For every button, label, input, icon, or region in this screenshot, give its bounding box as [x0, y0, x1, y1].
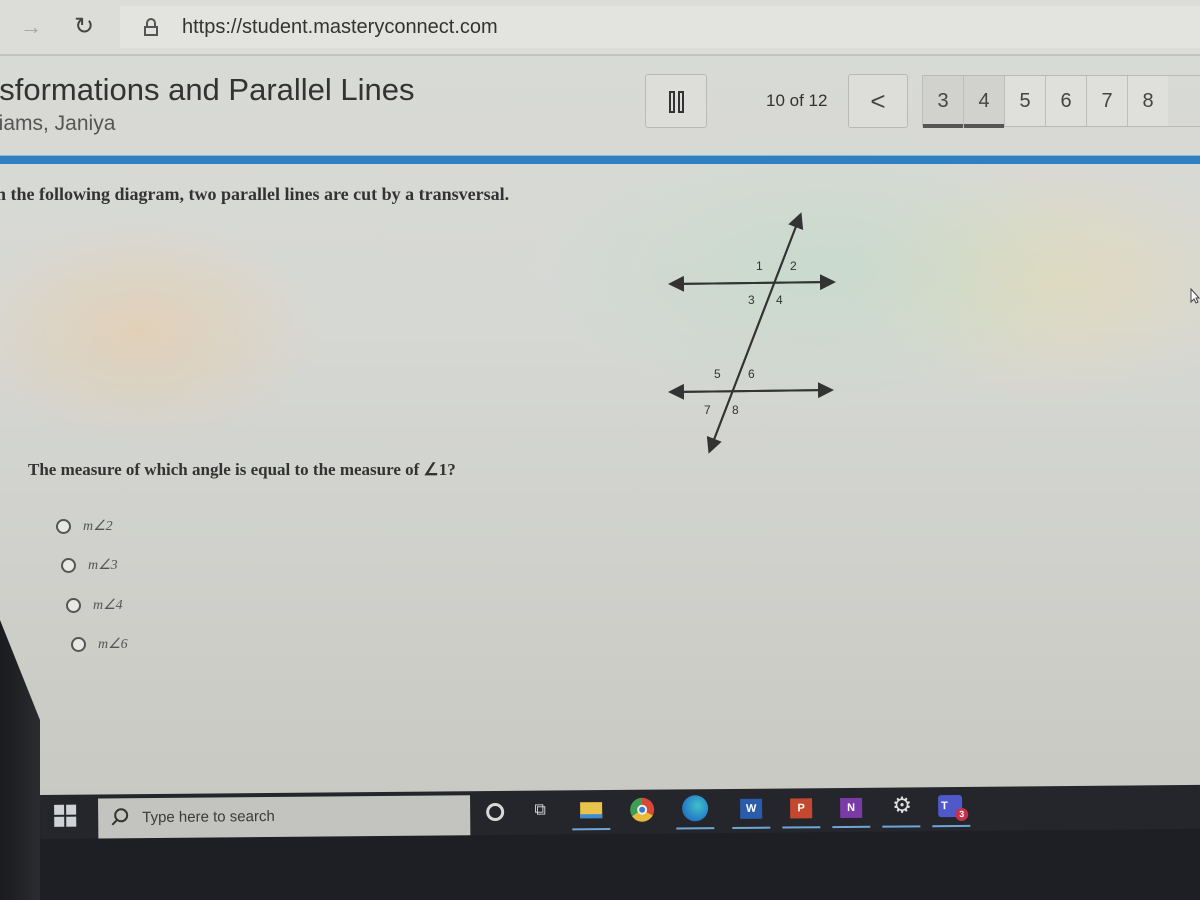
choice-label: m∠3 — [88, 558, 118, 573]
choice-label: m∠6 — [98, 637, 128, 652]
word-icon[interactable]: W — [740, 798, 763, 819]
chrome-icon[interactable] — [630, 797, 655, 822]
screen: → ↻ https://student.masteryconnect.com n… — [0, 0, 1200, 800]
page-item[interactable]: 4 — [963, 76, 1004, 128]
powerpoint-icon[interactable]: P — [790, 798, 813, 819]
lock-icon — [144, 18, 158, 36]
forward-arrow-icon[interactable]: → — [20, 14, 42, 40]
question-pager: 3 4 5 6 7 8 — [922, 75, 1200, 128]
app-running-indicator — [572, 828, 611, 831]
choice-label: m∠4 — [93, 598, 123, 613]
search-placeholder: Type here to search — [142, 807, 275, 827]
radio-button[interactable] — [56, 519, 71, 534]
cortana-icon[interactable] — [486, 802, 505, 822]
app-running-indicator — [676, 827, 715, 830]
header-divider — [0, 155, 1200, 164]
settings-gear-icon[interactable]: ⚙ — [890, 792, 914, 817]
choice-label: m∠2 — [83, 519, 113, 534]
page-item[interactable]: 5 — [1004, 76, 1045, 126]
answer-choice[interactable]: m∠4 — [66, 597, 123, 614]
angle-label: 2 — [790, 259, 797, 273]
app-running-indicator — [932, 824, 971, 828]
parallel-lines-diagram: 1 2 3 4 5 6 7 8 — [668, 212, 836, 454]
pause-button[interactable] — [645, 74, 707, 128]
app-running-indicator — [832, 825, 871, 829]
app-running-indicator — [882, 825, 921, 828]
onenote-icon[interactable]: N — [840, 797, 863, 819]
taskbar: Type here to search ⧉ W P N ⚙ T 3 — [40, 784, 1200, 839]
answer-choice[interactable]: m∠2 — [56, 518, 113, 535]
question-intro: n the following diagram, two parallel li… — [0, 184, 510, 204]
address-bar[interactable]: https://student.masteryconnect.com — [120, 6, 1200, 48]
file-explorer-icon[interactable] — [580, 802, 603, 819]
app-running-indicator — [782, 826, 821, 829]
angle-label: 5 — [714, 367, 721, 381]
angle-label: 1 — [756, 259, 763, 273]
search-icon — [114, 808, 129, 823]
url-text[interactable]: https://student.masteryconnect.com — [182, 16, 498, 39]
windows-start-icon[interactable] — [54, 804, 78, 829]
radio-button[interactable] — [71, 637, 86, 652]
mouse-cursor-icon — [1190, 288, 1200, 304]
angle-label: 6 — [748, 367, 755, 381]
edge-icon[interactable] — [682, 795, 709, 822]
task-view-icon[interactable]: ⧉ — [530, 801, 550, 821]
teams-icon[interactable]: T 3 — [938, 794, 969, 822]
pause-icon — [669, 91, 675, 113]
app-running-indicator — [732, 826, 771, 829]
notification-badge: 3 — [955, 807, 969, 822]
assessment-title: nsformations and Parallel Lines — [0, 72, 415, 107]
answer-choice[interactable]: m∠3 — [61, 557, 118, 574]
question-prompt: The measure of which angle is equal to t… — [28, 460, 456, 479]
page-item[interactable]: 3 — [922, 76, 963, 128]
taskbar-search-box[interactable]: Type here to search — [98, 795, 471, 839]
angle-label: 7 — [704, 403, 711, 417]
page-item[interactable]: 7 — [1086, 76, 1127, 126]
radio-button[interactable] — [66, 598, 81, 613]
angle-label: 4 — [776, 293, 783, 307]
page-item[interactable]: 6 — [1045, 76, 1086, 126]
previous-question-button[interactable]: < — [848, 74, 908, 128]
page-item[interactable]: 8 — [1127, 76, 1168, 126]
student-name: liams, Janiya — [0, 112, 116, 135]
angle-label: 8 — [732, 403, 739, 417]
question-progress: 10 of 12 — [766, 91, 828, 110]
radio-button[interactable] — [61, 558, 76, 573]
refresh-icon[interactable]: ↻ — [74, 12, 94, 41]
browser-toolbar: → ↻ https://student.masteryconnect.com — [0, 0, 1200, 56]
answer-choice[interactable]: m∠6 — [71, 636, 128, 653]
angle-label: 3 — [748, 293, 755, 307]
